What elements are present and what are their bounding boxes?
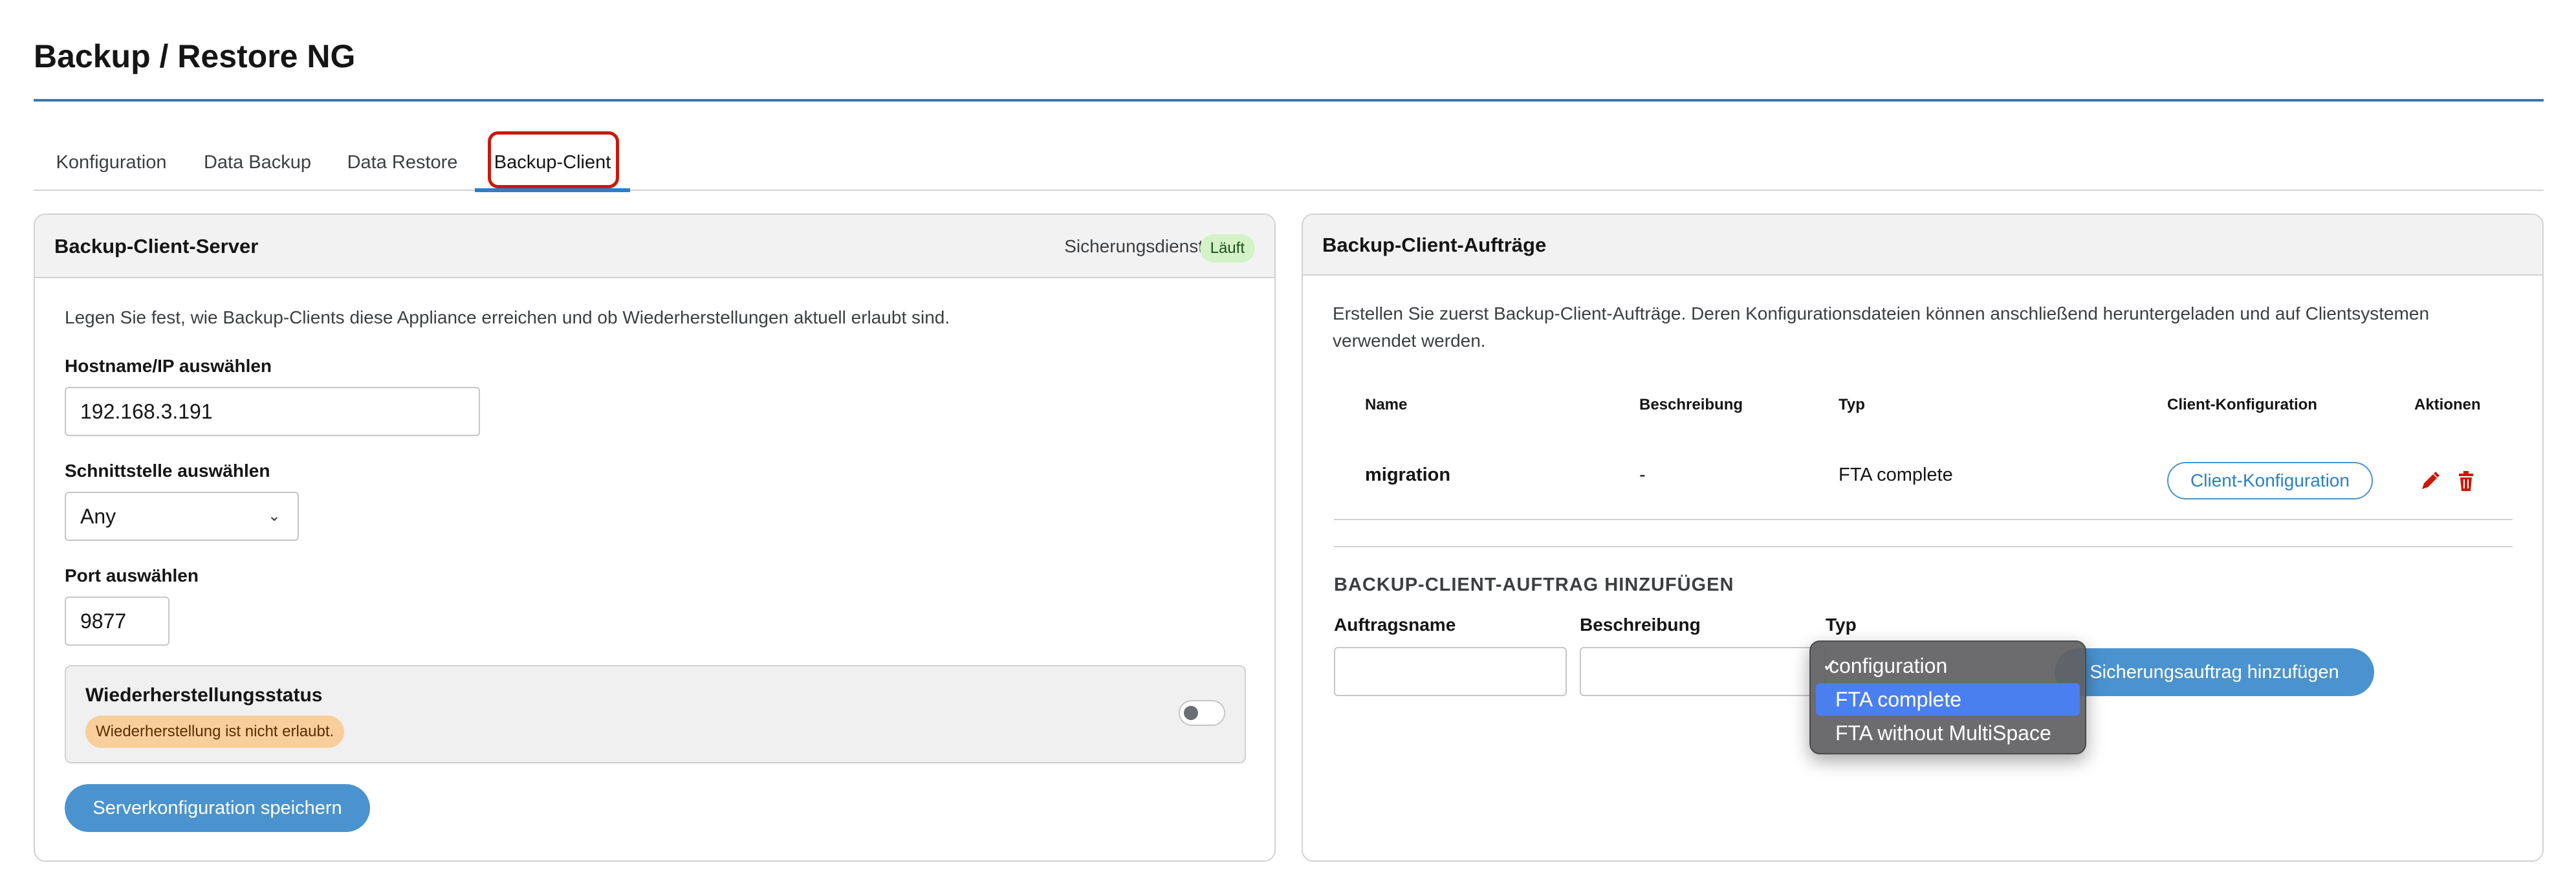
- row-divider: [1334, 519, 2513, 520]
- column-header-type: Typ: [1839, 396, 1865, 413]
- card-title: Backup-Client-Server: [54, 235, 259, 257]
- hostname-label: Hostname/IP auswählen: [65, 356, 272, 376]
- port-input[interactable]: 9877: [65, 597, 169, 646]
- service-label: Sicherungsdienst: [1064, 236, 1203, 256]
- card-title: Backup-Client-Aufträge: [1322, 234, 1547, 256]
- trash-icon[interactable]: [2454, 470, 2478, 493]
- column-header-actions: Aktionen: [2414, 396, 2481, 413]
- add-job-button[interactable]: Sicherungsauftrag hinzufügen: [2055, 648, 2374, 696]
- job-description: -: [1639, 465, 1646, 485]
- job-name: migration: [1365, 465, 1451, 485]
- restore-status-box: Wiederherstellungsstatus Wiederherstellu…: [65, 665, 1246, 763]
- save-server-config-button[interactable]: Serverkonfiguration speichern: [65, 784, 370, 832]
- job-type-label: Typ: [1826, 615, 1857, 635]
- server-description: Legen Sie fest, wie Backup-Clients diese…: [65, 307, 950, 327]
- backup-client-server-card: Backup-Client-Server Sicherungsdienst Lä…: [34, 214, 1276, 862]
- card-header: Backup-Client-Server Sicherungsdienst Lä…: [35, 215, 1274, 278]
- section-divider: [1334, 546, 2513, 547]
- dropdown-option-fta-complete[interactable]: FTA complete: [1816, 683, 2080, 716]
- job-name-input[interactable]: [1334, 647, 1567, 696]
- interface-select-value: Any: [80, 505, 116, 528]
- tab-data-backup[interactable]: Data Backup: [202, 133, 313, 191]
- job-name-label: Auftragsname: [1334, 615, 1456, 635]
- tab-data-restore[interactable]: Data Restore: [347, 133, 458, 191]
- chevron-down-icon: ⌄: [267, 507, 281, 525]
- column-header-client-config: Client-Konfiguration: [2167, 396, 2317, 413]
- client-config-button[interactable]: Client-Konfiguration: [2167, 462, 2373, 499]
- port-label: Port auswählen: [65, 565, 199, 586]
- job-type: FTA complete: [1839, 465, 1953, 485]
- interface-label: Schnittstelle auswählen: [65, 461, 270, 481]
- toggle-knob: [1184, 706, 1198, 720]
- job-description-input[interactable]: [1580, 647, 1826, 696]
- column-header-description: Beschreibung: [1639, 396, 1743, 413]
- job-description-label: Beschreibung: [1580, 615, 1701, 635]
- column-header-name: Name: [1365, 396, 1408, 413]
- tab-bar: Konfiguration Data Backup Data Restore B…: [34, 133, 2544, 192]
- type-dropdown-menu: ✓ configuration FTA complete FTA without…: [1809, 641, 2086, 754]
- title-divider: [34, 99, 2544, 102]
- backup-client-jobs-card: Backup-Client-Aufträge Erstellen Sie zue…: [1302, 214, 2544, 862]
- hostname-input[interactable]: 192.168.3.191: [65, 387, 480, 436]
- service-status-badge: Läuft: [1199, 234, 1255, 263]
- restore-toggle[interactable]: [1179, 700, 1225, 726]
- restore-status-title: Wiederherstellungsstatus: [85, 684, 323, 706]
- dropdown-option-fta-without-multispace[interactable]: FTA without MultiSpace: [1816, 717, 2080, 749]
- card-header: Backup-Client-Aufträge: [1303, 215, 2542, 276]
- jobs-description: Erstellen Sie zuerst Backup-Client-Auftr…: [1333, 303, 2430, 351]
- interface-select[interactable]: Any ⌄: [65, 492, 299, 541]
- restore-status-badge: Wiederherstellung ist nicht erlaubt.: [85, 716, 345, 748]
- tab-backup-client[interactable]: Backup-Client: [475, 133, 630, 192]
- dropdown-option-label: FTA without MultiSpace: [1835, 721, 2051, 745]
- tab-konfiguration[interactable]: Konfiguration: [54, 133, 168, 191]
- dropdown-option-configuration[interactable]: ✓ configuration: [1816, 650, 2080, 682]
- pencil-icon[interactable]: [2418, 470, 2441, 493]
- dropdown-option-label: FTA complete: [1835, 688, 1962, 711]
- add-job-heading: BACKUP-CLIENT-AUFTRAG HINZUFÜGEN: [1334, 575, 1734, 595]
- dropdown-option-label: configuration: [1829, 654, 1948, 677]
- checkmark-icon: ✓: [1822, 655, 1838, 675]
- page-title: Backup / Restore NG: [34, 38, 356, 74]
